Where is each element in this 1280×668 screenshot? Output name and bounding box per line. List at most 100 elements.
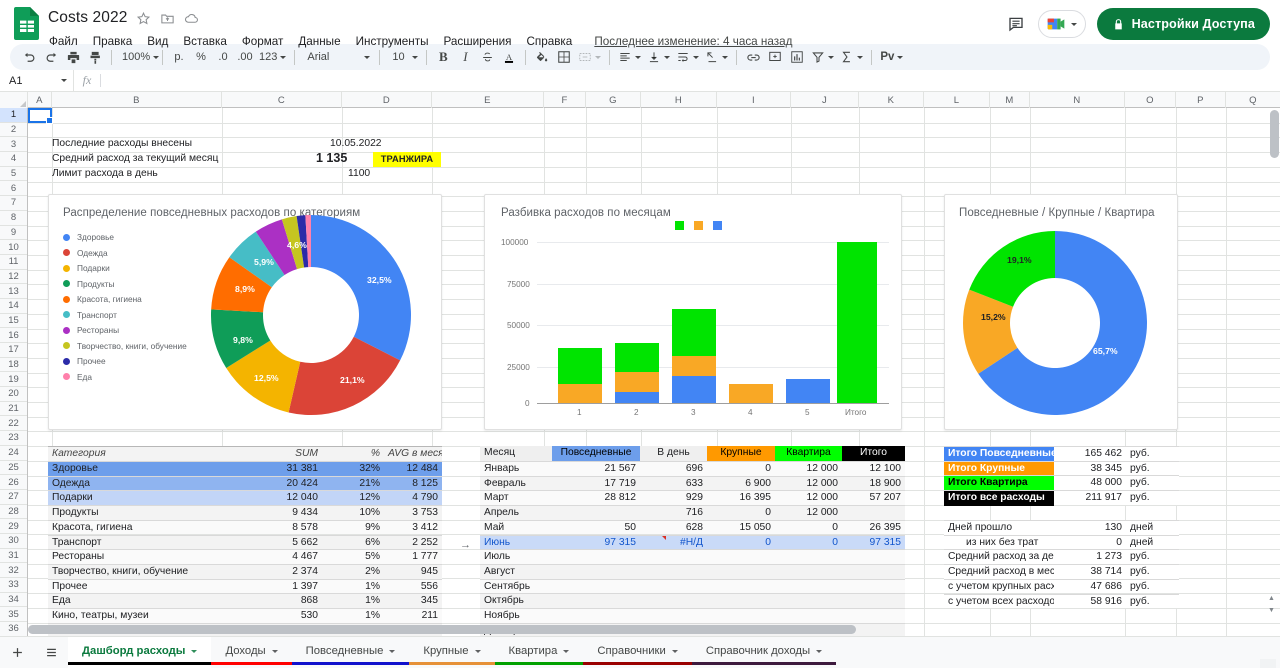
- chevron-down-icon[interactable]: [389, 649, 396, 653]
- horizontal-scrollbar-thumb[interactable]: [28, 625, 856, 634]
- name-box[interactable]: A1: [0, 70, 74, 91]
- row-header-36[interactable]: 36: [0, 622, 27, 636]
- stats-row[interactable]: Средний расход за день 1 273 руб.: [944, 549, 1179, 565]
- menu-item-extensions[interactable]: Расширения: [442, 34, 512, 49]
- table-row[interactable]: Подарки 12 040 12% 4 790: [48, 490, 442, 506]
- row-header-11[interactable]: 11: [0, 255, 27, 270]
- column-header-J[interactable]: J: [791, 92, 859, 108]
- legend-item-7[interactable]: Творчество, книги, обучение: [63, 341, 187, 351]
- row-header-26[interactable]: 26: [0, 475, 27, 490]
- menu-item-edit[interactable]: Правка: [92, 34, 133, 49]
- vertical-scrollbar[interactable]: [1270, 110, 1279, 606]
- chevron-down-icon[interactable]: [271, 649, 278, 653]
- scroll-up-button[interactable]: ▲: [1265, 593, 1278, 604]
- google-meet-button[interactable]: [1037, 10, 1086, 38]
- legend-swatch-krupnye[interactable]: [694, 221, 703, 230]
- chevron-down-icon[interactable]: [671, 649, 678, 653]
- row-header-25[interactable]: 25: [0, 461, 27, 476]
- horizontal-scrollbar[interactable]: [28, 625, 1256, 634]
- row-header-6[interactable]: 6: [0, 181, 27, 197]
- table-row[interactable]: Февраль 17 719 633 6 900 12 000 18 900: [480, 475, 905, 491]
- column-header-I[interactable]: I: [717, 92, 791, 108]
- row-header-7[interactable]: 7: [0, 196, 27, 211]
- merge-cells-icon[interactable]: [575, 46, 604, 68]
- table-row[interactable]: Категория SUM% AVG в месяц: [48, 446, 442, 461]
- column-header-H[interactable]: H: [641, 92, 717, 108]
- sheet-tab-5[interactable]: Справочники: [583, 637, 692, 668]
- pie-slice[interactable]: [311, 215, 411, 361]
- chevron-down-icon[interactable]: [816, 649, 823, 653]
- column-header-K[interactable]: K: [859, 92, 924, 108]
- legend-swatch-kvartira[interactable]: [675, 221, 684, 230]
- move-to-folder-icon[interactable]: [160, 11, 175, 26]
- menu-item-help[interactable]: Справка: [525, 34, 573, 49]
- table-row[interactable]: Рестораны 4 467 5% 1 777: [48, 549, 442, 564]
- row-header-29[interactable]: 29: [0, 519, 27, 534]
- chart-card-categories[interactable]: Распределение повседневных расходов по к…: [48, 194, 442, 430]
- column-header-M[interactable]: M: [990, 92, 1030, 108]
- document-title[interactable]: Costs 2022: [48, 9, 127, 27]
- row-header-9[interactable]: 9: [0, 226, 27, 241]
- row-header-5[interactable]: 5: [0, 167, 27, 182]
- last-edit-link[interactable]: Последнее изменение: 4 часа назад: [594, 35, 792, 48]
- totals-row[interactable]: Итого все расходы 211 917 руб.: [944, 490, 1179, 506]
- cloud-saved-icon[interactable]: [184, 11, 199, 26]
- all-sheets-icon[interactable]: [34, 637, 68, 668]
- table-row[interactable]: Ноябрь: [480, 608, 905, 623]
- legend-swatch-povsednevnye[interactable]: [713, 221, 722, 230]
- chevron-down-icon[interactable]: [474, 649, 481, 653]
- table-row[interactable]: Октябрь: [480, 593, 905, 608]
- column-header-A[interactable]: A: [28, 92, 52, 108]
- select-all-corner[interactable]: [0, 92, 28, 108]
- table-row[interactable]: Творчество, книги, обучение 2 374 2% 945: [48, 563, 442, 579]
- legend-item-5[interactable]: Транспорт: [63, 310, 117, 320]
- table-row[interactable]: Март 28 812 929 16 395 12 000 57 207: [480, 490, 905, 506]
- row-header-30[interactable]: 30: [0, 534, 27, 549]
- row-header-8[interactable]: 8: [0, 211, 27, 226]
- comment-icon[interactable]: [1005, 13, 1027, 35]
- menu-item-insert[interactable]: Вставка: [182, 34, 227, 49]
- menu-item-format[interactable]: Формат: [241, 34, 285, 49]
- column-header-N[interactable]: N: [1030, 92, 1125, 108]
- table-row[interactable]: Сентябрь: [480, 578, 905, 594]
- row-header-28[interactable]: 28: [0, 505, 27, 520]
- row-header-14[interactable]: 14: [0, 299, 27, 314]
- table-row[interactable]: Транспорт 5 662 6% 2 252: [48, 534, 442, 550]
- row-header-2[interactable]: 2: [0, 123, 27, 138]
- table-row[interactable]: Май 50 628 15 050 0 26 395: [480, 519, 905, 535]
- sheet-tab-6[interactable]: Справочник доходы: [691, 637, 837, 668]
- stats-row[interactable]: с учетом крупных расходов 47 686 руб.: [944, 578, 1179, 594]
- column-header-E[interactable]: E: [432, 92, 544, 108]
- formula-input[interactable]: [101, 70, 1280, 91]
- legend-item-3[interactable]: Продукты: [63, 279, 115, 289]
- sheet-tab-0[interactable]: Дашборд расходы: [68, 637, 212, 668]
- table-row[interactable]: Одежда 20 424 21% 8 125: [48, 475, 442, 491]
- legend-item-1[interactable]: Одежда: [63, 248, 108, 258]
- row-header-33[interactable]: 33: [0, 578, 27, 593]
- chevron-down-icon[interactable]: [191, 649, 198, 653]
- stats-row[interactable]: Средний расход в месяц 38 714 руб.: [944, 564, 1179, 579]
- menu-item-view[interactable]: Вид: [146, 34, 169, 49]
- table-row[interactable]: Январь 21 567 696 0 12 000 12 100: [480, 461, 905, 476]
- totals-row[interactable]: Итого Крупные 38 345 руб.: [944, 460, 1179, 477]
- legend-item-4[interactable]: Красота, гигиена: [63, 294, 142, 304]
- stats-row[interactable]: Дней прошло 130 дней: [944, 520, 1179, 535]
- menu-item-file[interactable]: Файл: [48, 34, 79, 49]
- row-header-34[interactable]: 34: [0, 593, 27, 608]
- row-header-1[interactable]: 1: [0, 108, 27, 123]
- column-header-D[interactable]: D: [342, 92, 432, 108]
- row-header-32[interactable]: 32: [0, 563, 27, 578]
- row-header-20[interactable]: 20: [0, 387, 27, 402]
- row-header-27[interactable]: 27: [0, 490, 27, 505]
- row-header-4[interactable]: 4: [0, 152, 27, 167]
- column-header-B[interactable]: B: [52, 92, 222, 108]
- stats-row[interactable]: с учетом всех расходов 58 916 руб.: [944, 593, 1179, 609]
- row-header-35[interactable]: 35: [0, 607, 27, 623]
- row-header-19[interactable]: 19: [0, 372, 27, 388]
- column-header-C[interactable]: C: [222, 92, 342, 108]
- share-button[interactable]: Настройки Доступа: [1096, 8, 1270, 40]
- totals-row[interactable]: Итого Повседневные 165 462 руб.: [944, 446, 1179, 462]
- row-header-21[interactable]: 21: [0, 402, 27, 417]
- table-row[interactable]: Продукты 9 434 10% 3 753: [48, 505, 442, 520]
- table-row[interactable]: Август: [480, 563, 905, 579]
